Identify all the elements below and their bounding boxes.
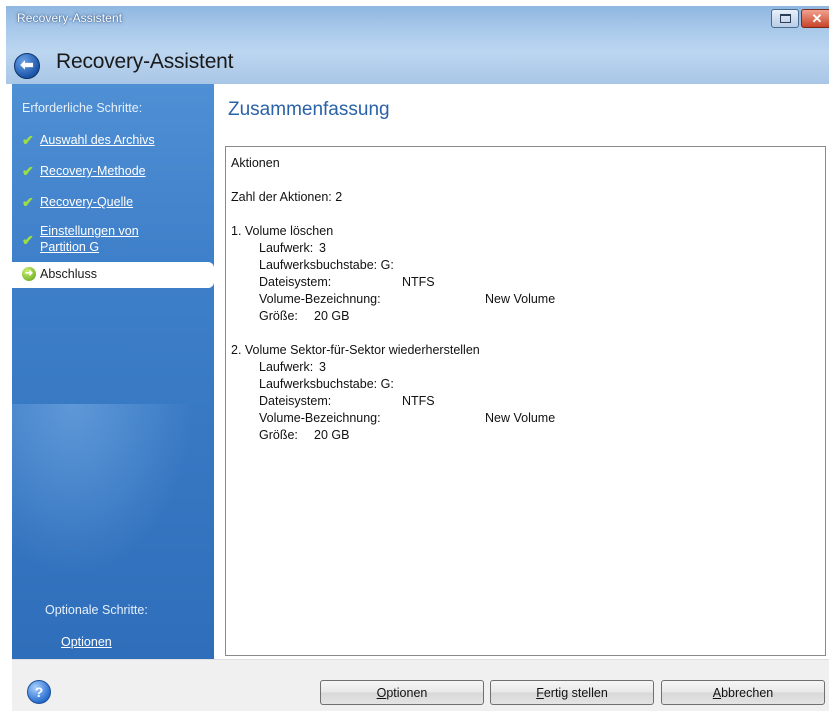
summary-box[interactable]: Aktionen Zahl der Aktionen: 2 1. Volume …: [225, 146, 826, 656]
maximize-icon: [779, 14, 791, 23]
action-row: Laufwerk: 3: [259, 360, 326, 374]
close-button[interactable]: ✕: [801, 9, 829, 28]
step-label[interactable]: Recovery-Methode: [40, 164, 146, 179]
action-row: Laufwerksbuchstabe: G:: [259, 258, 394, 272]
action-row: Laufwerksbuchstabe: G:: [259, 377, 394, 391]
back-button[interactable]: ⬅: [14, 53, 40, 79]
action-row: Laufwerk: 3: [259, 241, 326, 255]
checkmark-icon: ✔: [22, 232, 34, 248]
current-step-arrow-icon: ➜: [22, 267, 36, 281]
wizard-title: Recovery-Assistent: [56, 50, 234, 73]
step-label[interactable]: Recovery-Quelle: [40, 195, 133, 210]
back-arrow-icon: ⬅: [20, 56, 34, 74]
checkmark-icon: ✔: [22, 194, 34, 210]
step-label-line2[interactable]: Partition G: [40, 240, 99, 255]
finish-button[interactable]: Fertig stellen: [490, 680, 654, 705]
action-title: 1. Volume löschen: [231, 224, 334, 238]
window-title: Recovery-Assistent: [17, 11, 123, 25]
action-row: Volume-Bezeichnung: New Volume: [259, 411, 556, 425]
wizard-window: Recovery-Assistent ✕ ⬅ Recovery-Assisten…: [6, 6, 829, 711]
action-row: Größe: 20 GB: [259, 309, 350, 323]
summary-text: Aktionen Zahl der Aktionen: 2 1. Volume …: [231, 155, 556, 444]
cancel-button[interactable]: Abbrechen: [661, 680, 825, 705]
title-bar: Recovery-Assistent ✕ ⬅ Recovery-Assisten…: [6, 6, 829, 84]
step-label[interactable]: Auswahl des Archivs: [40, 133, 155, 148]
checkmark-icon: ✔: [22, 163, 34, 179]
action-title: 2. Volume Sektor-für-Sektor wiederherste…: [231, 343, 480, 357]
sidebar-decoration: [12, 404, 214, 604]
required-steps-heading: Erforderliche Schritte:: [22, 101, 143, 115]
action-row: Größe: 20 GB: [259, 428, 350, 442]
close-icon: ✕: [811, 11, 823, 26]
summary-count: Zahl der Aktionen: 2: [231, 190, 343, 204]
help-question-icon[interactable]: ?: [27, 680, 51, 704]
action-row: Volume-Bezeichnung: New Volume: [259, 292, 556, 306]
main-panel: Zusammenfassung Aktionen Zahl der Aktion…: [214, 84, 829, 659]
window-controls: ✕: [771, 9, 829, 28]
action-row: Dateisystem: NTFS: [259, 275, 435, 289]
summary-title: Aktionen: [231, 156, 280, 170]
optional-step-optionen[interactable]: Optionen: [61, 635, 112, 649]
step-label-line1[interactable]: Einstellungen von: [40, 224, 139, 239]
step-abschluss[interactable]: ➜ Abschluss: [12, 262, 214, 288]
footer-bar: ? Optionen Fertig stellen Abbrechen: [12, 659, 829, 711]
steps-sidebar: Erforderliche Schritte: ✔ Auswahl des Ar…: [12, 84, 214, 659]
checkmark-icon: ✔: [22, 132, 34, 148]
step-label: Abschluss: [40, 267, 97, 281]
action-row: Dateisystem: NTFS: [259, 394, 435, 408]
page-title: Zusammenfassung: [228, 99, 390, 120]
optional-steps-heading: Optionale Schritte:: [45, 603, 148, 617]
options-button[interactable]: Optionen: [320, 680, 484, 705]
maximize-button[interactable]: [771, 9, 799, 28]
